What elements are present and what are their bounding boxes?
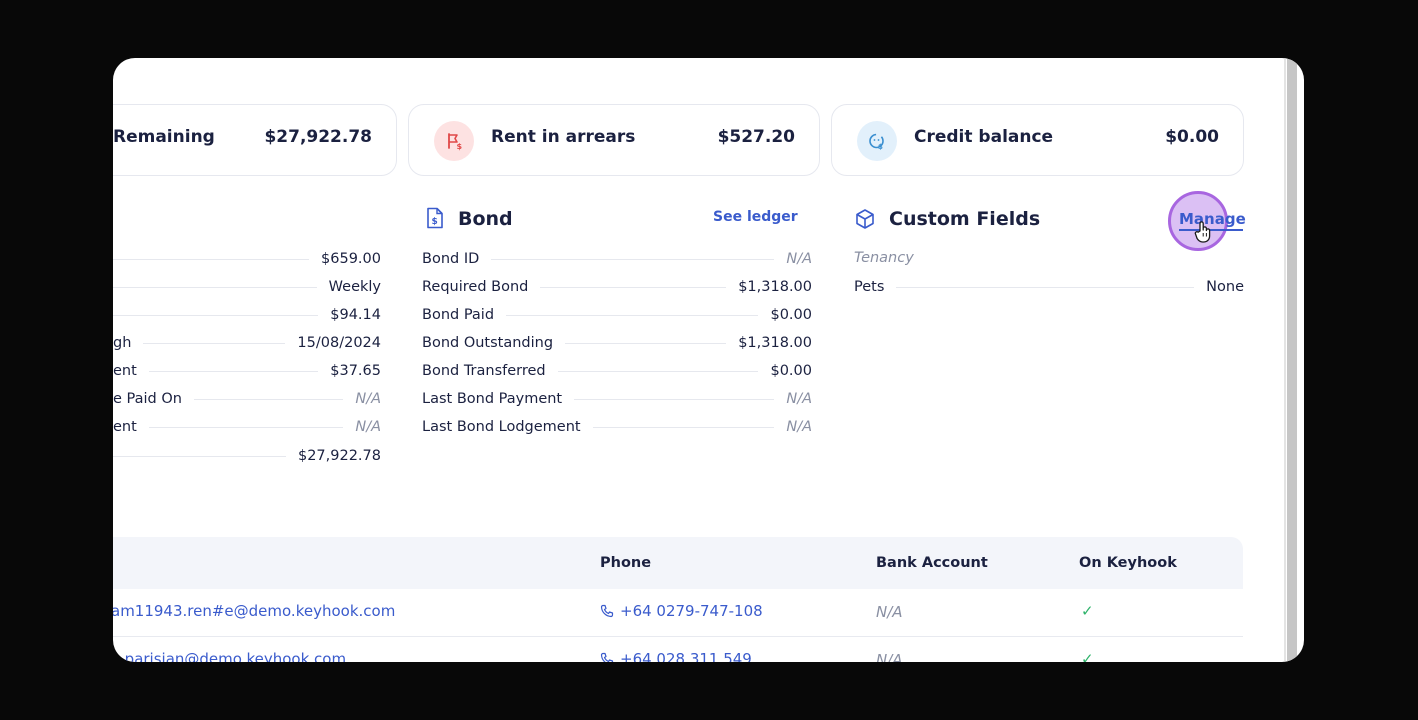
tenant-email-link[interactable]: am11943.ren#e@demo.keyhook.com bbox=[113, 602, 395, 620]
custom-fields-title: Custom Fields bbox=[889, 208, 1041, 230]
scrollbar-track bbox=[1284, 58, 1286, 662]
bond-row: Last Bond Lodgement N/A bbox=[422, 419, 812, 435]
rent-row: $659.00 bbox=[113, 248, 381, 270]
rent-row: $27,922.78 bbox=[113, 445, 381, 467]
rent-arrears-label: Rent in arrears bbox=[491, 127, 636, 147]
credit-balance-label: Credit balance bbox=[914, 127, 1054, 147]
check-icon: ✓ bbox=[1081, 602, 1094, 620]
flag-dollar-icon: $ bbox=[434, 121, 474, 161]
bank-account-value: N/A bbox=[876, 603, 903, 621]
remaining-label: Remaining bbox=[113, 127, 215, 147]
rent-arrears-card: $ Rent in arrears $527.20 bbox=[408, 104, 820, 176]
bond-row: Last Bond Payment N/A bbox=[422, 391, 812, 407]
table-row: am11943.ren#e@demo.keyhook.com +64 0279-… bbox=[113, 589, 1243, 637]
vertical-scrollbar[interactable] bbox=[1287, 58, 1297, 662]
coin-smile-icon: $ bbox=[857, 121, 897, 161]
svg-text:$: $ bbox=[432, 217, 438, 227]
credit-balance-card: $ Credit balance $0.00 bbox=[831, 104, 1244, 176]
bond-row: Bond Outstanding $1,318.00 bbox=[422, 335, 812, 351]
tenant-phone-link[interactable]: +64 028 311 549 bbox=[600, 650, 752, 662]
app-window: Remaining $27,922.78 $ Rent in arrears $… bbox=[113, 58, 1304, 662]
hand-cursor-icon bbox=[1194, 220, 1214, 248]
tenant-phone-link[interactable]: +64 0279-747-108 bbox=[600, 602, 763, 620]
bond-row: Bond ID N/A bbox=[422, 251, 812, 267]
table-header: Phone Bank Account On Keyhook bbox=[113, 537, 1243, 589]
custom-field-row: Pets None bbox=[854, 279, 1244, 295]
check-icon: ✓ bbox=[1081, 650, 1094, 662]
bond-title: Bond bbox=[458, 208, 513, 230]
svg-text:$: $ bbox=[878, 143, 883, 151]
cube-icon bbox=[854, 208, 876, 234]
rent-row: Weekly bbox=[113, 276, 381, 298]
bond-row: Required Bond $1,318.00 bbox=[422, 279, 812, 295]
phone-icon bbox=[600, 604, 614, 618]
remaining-card: Remaining $27,922.78 bbox=[113, 104, 397, 176]
tenant-email-link[interactable]: o.parisian@demo.keyhook.com bbox=[113, 650, 346, 662]
custom-fields-group-label: Tenancy bbox=[854, 250, 914, 266]
bank-account-column-header: Bank Account bbox=[876, 555, 988, 571]
rent-row: gh 15/08/2024 bbox=[113, 335, 381, 351]
see-ledger-link[interactable]: See ledger bbox=[713, 209, 798, 225]
bond-row: Bond Transferred $0.00 bbox=[422, 363, 812, 379]
phone-column-header: Phone bbox=[600, 555, 652, 571]
table-row: o.parisian@demo.keyhook.com +64 028 311 … bbox=[113, 637, 1243, 662]
remaining-value: $27,922.78 bbox=[264, 127, 372, 147]
rent-arrears-value: $527.20 bbox=[717, 127, 795, 147]
bond-document-icon: $ bbox=[426, 207, 444, 233]
bank-account-value: N/A bbox=[876, 651, 903, 662]
rent-row: e Paid On N/A bbox=[113, 391, 381, 407]
svg-text:$: $ bbox=[457, 142, 463, 151]
rent-row: $94.14 bbox=[113, 304, 381, 326]
phone-icon bbox=[600, 652, 614, 662]
rent-row: ent $37.65 bbox=[113, 363, 381, 379]
rent-row: ent N/A bbox=[113, 419, 381, 435]
credit-balance-value: $0.00 bbox=[1165, 127, 1219, 147]
on-keyhook-column-header: On Keyhook bbox=[1079, 555, 1177, 571]
bond-row: Bond Paid $0.00 bbox=[422, 307, 812, 323]
